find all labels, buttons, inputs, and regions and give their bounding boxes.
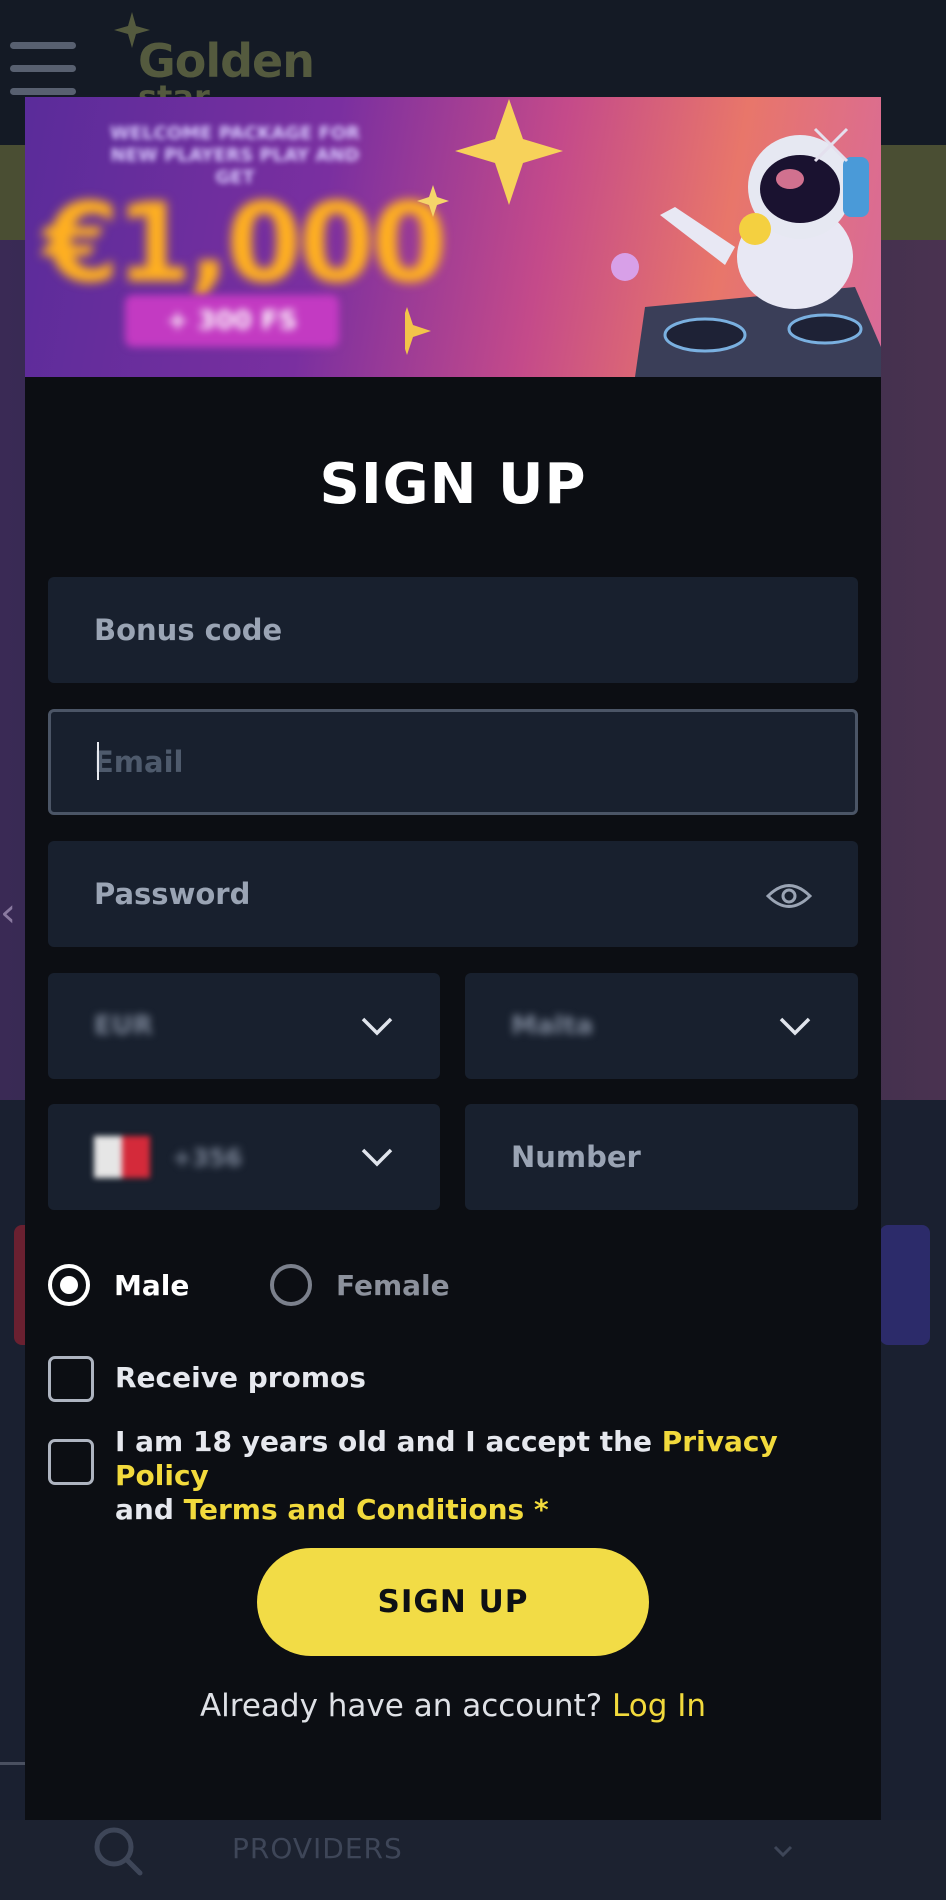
required-mark: * — [533, 1493, 549, 1526]
terms-label: I am 18 years old and I accept the Priva… — [115, 1425, 835, 1527]
flag-icon — [94, 1136, 150, 1178]
password-input[interactable] — [48, 841, 858, 947]
chevron-down-icon — [361, 1148, 393, 1167]
signup-modal: WELCOME PACKAGE FOR NEW PLAYERS PLAY AND… — [25, 97, 881, 1820]
gender-radio-group: Male Female — [48, 1260, 648, 1310]
terms-conditions-link[interactable]: Terms and Conditions — [184, 1493, 525, 1526]
radio-female[interactable]: Female — [270, 1260, 450, 1310]
banner-amount: €1,000 — [43, 179, 447, 307]
currency-value: EUR — [94, 1011, 153, 1041]
chevron-down-icon — [779, 1017, 811, 1036]
radio-male-label: Male — [114, 1268, 190, 1302]
phone-number-input[interactable] — [465, 1104, 858, 1210]
text-caret — [97, 742, 99, 780]
login-link[interactable]: Log In — [612, 1688, 706, 1724]
phone-code-select[interactable]: +356 — [48, 1104, 440, 1210]
radio-selected-icon[interactable] — [48, 1264, 90, 1306]
divider — [0, 1762, 26, 1765]
radio-unselected-icon[interactable] — [270, 1264, 312, 1306]
promos-label: Receive promos — [115, 1361, 366, 1394]
chevron-down-icon[interactable] — [772, 1840, 794, 1862]
welcome-banner: WELCOME PACKAGE FOR NEW PLAYERS PLAY AND… — [25, 97, 881, 377]
search-icon[interactable] — [92, 1825, 144, 1877]
close-icon[interactable] — [811, 125, 851, 165]
game-card[interactable] — [880, 1225, 930, 1345]
providers-label[interactable]: PROVIDERS — [232, 1832, 403, 1865]
chevron-down-icon — [361, 1017, 393, 1036]
bottom-nav: PROVIDERS — [0, 1820, 946, 1900]
terms-prefix: I am 18 years old and I accept the — [115, 1425, 653, 1458]
country-value: Malta — [511, 1011, 594, 1041]
astronaut-dj-illustration — [405, 99, 881, 377]
signup-button[interactable]: SIGN UP — [257, 1548, 649, 1656]
login-prompt-text: Already have an account? — [199, 1688, 603, 1724]
email-field[interactable] — [48, 709, 858, 815]
terms-checkbox[interactable] — [48, 1439, 94, 1485]
menu-icon[interactable] — [10, 42, 76, 102]
bonus-code-field[interactable] — [48, 577, 858, 683]
phone-number-field[interactable] — [465, 1104, 858, 1210]
currency-select[interactable]: EUR — [48, 973, 440, 1079]
email-input[interactable] — [51, 712, 855, 812]
login-prompt: Already have an account? Log In — [25, 1688, 881, 1724]
page-title: SIGN UP — [319, 452, 587, 517]
bonus-code-input[interactable] — [48, 577, 858, 683]
radio-male[interactable]: Male — [48, 1260, 189, 1310]
carousel-prev-icon[interactable]: ‹ — [0, 890, 16, 936]
dial-code: +356 — [172, 1144, 243, 1172]
banner-extra-text: + 300 FS — [166, 306, 298, 336]
eye-icon[interactable] — [766, 881, 812, 911]
banner-extra-badge: + 300 FS — [125, 295, 339, 347]
radio-female-label: Female — [336, 1268, 450, 1302]
password-field[interactable] — [48, 841, 858, 947]
promos-checkbox[interactable] — [48, 1356, 94, 1402]
terms-middle: and — [115, 1493, 174, 1526]
site-logo[interactable]: Golden star — [112, 10, 342, 116]
country-select[interactable]: Malta — [465, 973, 858, 1079]
